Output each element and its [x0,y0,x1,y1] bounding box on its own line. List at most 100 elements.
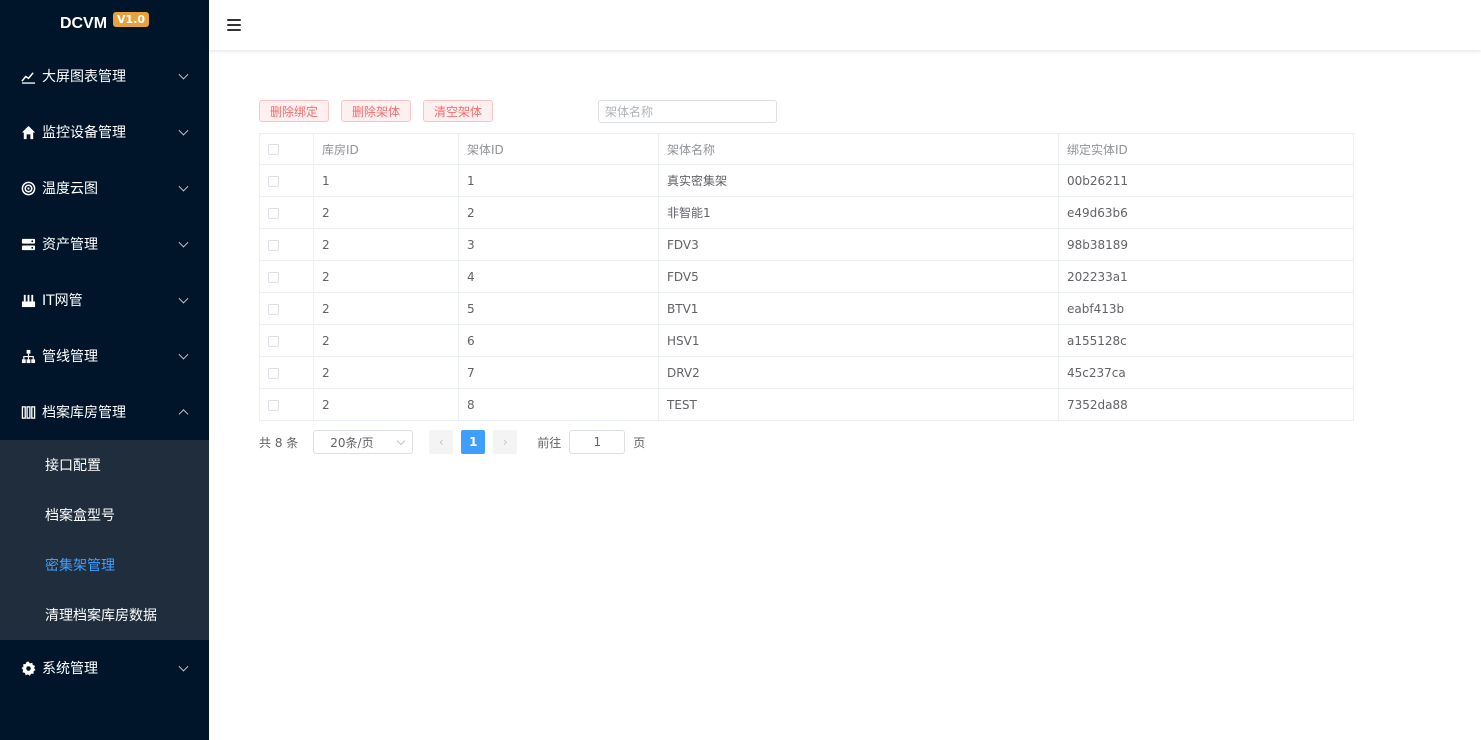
table-row[interactable]: 2 5 BTV1 eabf413b [259,292,1354,325]
sidebar-item-label: 资产管理 [42,237,98,253]
cell-rack-id: 5 [458,292,659,325]
cell-bound-entity-id: 98b38189 [1058,228,1354,261]
sidebar-item-label: 档案库房管理 [42,405,126,421]
network-device-icon [20,292,36,308]
sidebar-item-it-network[interactable]: IT网管 [0,272,209,328]
row-checkbox[interactable] [268,335,279,347]
sidebar-item-asset-management[interactable]: 资产管理 [0,216,209,272]
cell-storeroom-id: 2 [313,324,459,357]
version-badge: V1.0 [113,11,150,27]
target-icon [20,180,36,196]
goto-page-input[interactable] [569,430,626,454]
cell-bound-entity-id: a155128c [1058,324,1354,357]
sidebar-item-monitoring-devices[interactable]: 监控设备管理 [0,104,209,160]
sidebar-subitem-interface-config[interactable]: 接口配置 [0,440,209,490]
chevron-down-icon [178,349,189,360]
row-select-cell [259,196,314,229]
delete-rack-button[interactable]: 删除架体 [341,100,412,122]
cell-storeroom-id: 2 [313,260,459,293]
row-checkbox[interactable] [268,207,279,219]
line-chart-icon [20,68,36,84]
cell-rack-name: FDV5 [658,260,1059,293]
sidebar-item-dashboard-charts[interactable]: 大屏图表管理 [0,48,209,104]
row-checkbox[interactable] [268,303,279,315]
page-number-button[interactable]: 1 [461,430,486,454]
cell-rack-id: 1 [458,164,659,197]
cell-rack-id: 3 [458,228,659,261]
cell-storeroom-id: 2 [313,292,459,325]
prev-page-button[interactable]: ‹ [429,430,454,454]
cell-bound-entity-id: 7352da88 [1058,388,1354,421]
tree-icon [20,348,36,364]
cell-bound-entity-id: 45c237ca [1058,356,1354,389]
sidebar-item-temperature-map[interactable]: 温度云图 [0,160,209,216]
cell-bound-entity-id: e49d63b6 [1058,196,1354,229]
column-header-rack-name[interactable]: 架体名称 [658,133,1059,165]
sidebar: DCVM V1.0 大屏图表管理 监控设备管理 温度云图 资产管理 IT网管 管… [0,0,209,740]
sidebar-subitem-clear-archive-data[interactable]: 清理档案库房数据 [0,590,209,640]
chevron-up-icon [178,409,189,420]
sidebar-subitem-archive-box-model[interactable]: 档案盒型号 [0,490,209,540]
chevron-down-icon [397,436,406,445]
cell-rack-name: HSV1 [658,324,1059,357]
page-size-value: 20条/页 [330,435,374,450]
cell-rack-name: 真实密集架 [658,164,1059,197]
row-checkbox[interactable] [268,271,279,283]
select-all-checkbox[interactable] [268,144,279,155]
table-row[interactable]: 2 6 HSV1 a155128c [259,324,1354,357]
sidebar-subitem-compact-shelf-management[interactable]: 密集架管理 [0,540,209,590]
page-size-select[interactable]: 20条/页 [313,430,414,454]
cell-storeroom-id: 2 [313,356,459,389]
pagination: 共 8 条 20条/页 ‹ 1 › 前往 页 [259,430,645,454]
chevron-down-icon [178,181,189,192]
table-row[interactable]: 2 2 非智能1 e49d63b6 [259,196,1354,229]
table-row[interactable]: 2 4 FDV5 202233a1 [259,260,1354,293]
cell-storeroom-id: 1 [313,164,459,197]
row-checkbox[interactable] [268,175,279,187]
cell-rack-name: DRV2 [658,356,1059,389]
sidebar-item-system-management[interactable]: 系统管理 [0,640,209,696]
shelves-icon [20,404,36,420]
goto-label: 前往 [537,435,562,450]
table-row[interactable]: 1 1 真实密集架 00b26211 [259,164,1354,197]
cell-bound-entity-id: 00b26211 [1058,164,1354,197]
next-page-button[interactable]: › [493,430,518,454]
hamburger-menu-icon[interactable] [227,19,241,31]
row-checkbox[interactable] [268,367,279,379]
clear-racks-button[interactable]: 清空架体 [423,100,494,122]
rack-table: 库房ID 架体ID 架体名称 绑定实体ID 1 1 真实密集架 00b26211 2 2 非… [259,133,1354,421]
select-all-cell [259,133,314,165]
row-checkbox[interactable] [268,399,279,411]
cell-bound-entity-id: eabf413b [1058,292,1354,325]
sidebar-item-archive-storage[interactable]: 档案库房管理 [0,384,209,440]
row-select-cell [259,260,314,293]
table-row[interactable]: 2 7 DRV2 45c237ca [259,356,1354,389]
delete-binding-button[interactable]: 删除绑定 [259,100,330,122]
chevron-down-icon [178,69,189,80]
sidebar-item-label: 温度云图 [42,181,98,197]
column-header-storeroom-id[interactable]: 库房ID [313,133,459,165]
row-select-cell [259,324,314,357]
cell-storeroom-id: 2 [313,196,459,229]
chevron-down-icon [178,237,189,248]
table-row[interactable]: 2 3 FDV3 98b38189 [259,228,1354,261]
gear-icon [20,660,36,676]
table-header-row: 库房ID 架体ID 架体名称 绑定实体ID [259,133,1354,165]
row-select-cell [259,228,314,261]
archive-submenu: 接口配置 档案盒型号 密集架管理 清理档案库房数据 [0,440,209,640]
rack-name-search-input[interactable] [598,100,777,123]
table-row[interactable]: 2 8 TEST 7352da88 [259,388,1354,421]
brand-name: DCVM [59,15,108,32]
cell-rack-name: TEST [658,388,1059,421]
row-checkbox[interactable] [268,239,279,251]
column-header-bound-entity-id[interactable]: 绑定实体ID [1058,133,1354,165]
cell-rack-name: FDV3 [658,228,1059,261]
cell-rack-id: 2 [458,196,659,229]
row-select-cell [259,356,314,389]
toolbar: 删除绑定 删除架体 清空架体 [259,100,505,122]
row-select-cell [259,292,314,325]
column-header-rack-id[interactable]: 架体ID [458,133,659,165]
sidebar-item-pipeline-management[interactable]: 管线管理 [0,328,209,384]
chevron-down-icon [178,293,189,304]
top-bar [209,0,1481,50]
